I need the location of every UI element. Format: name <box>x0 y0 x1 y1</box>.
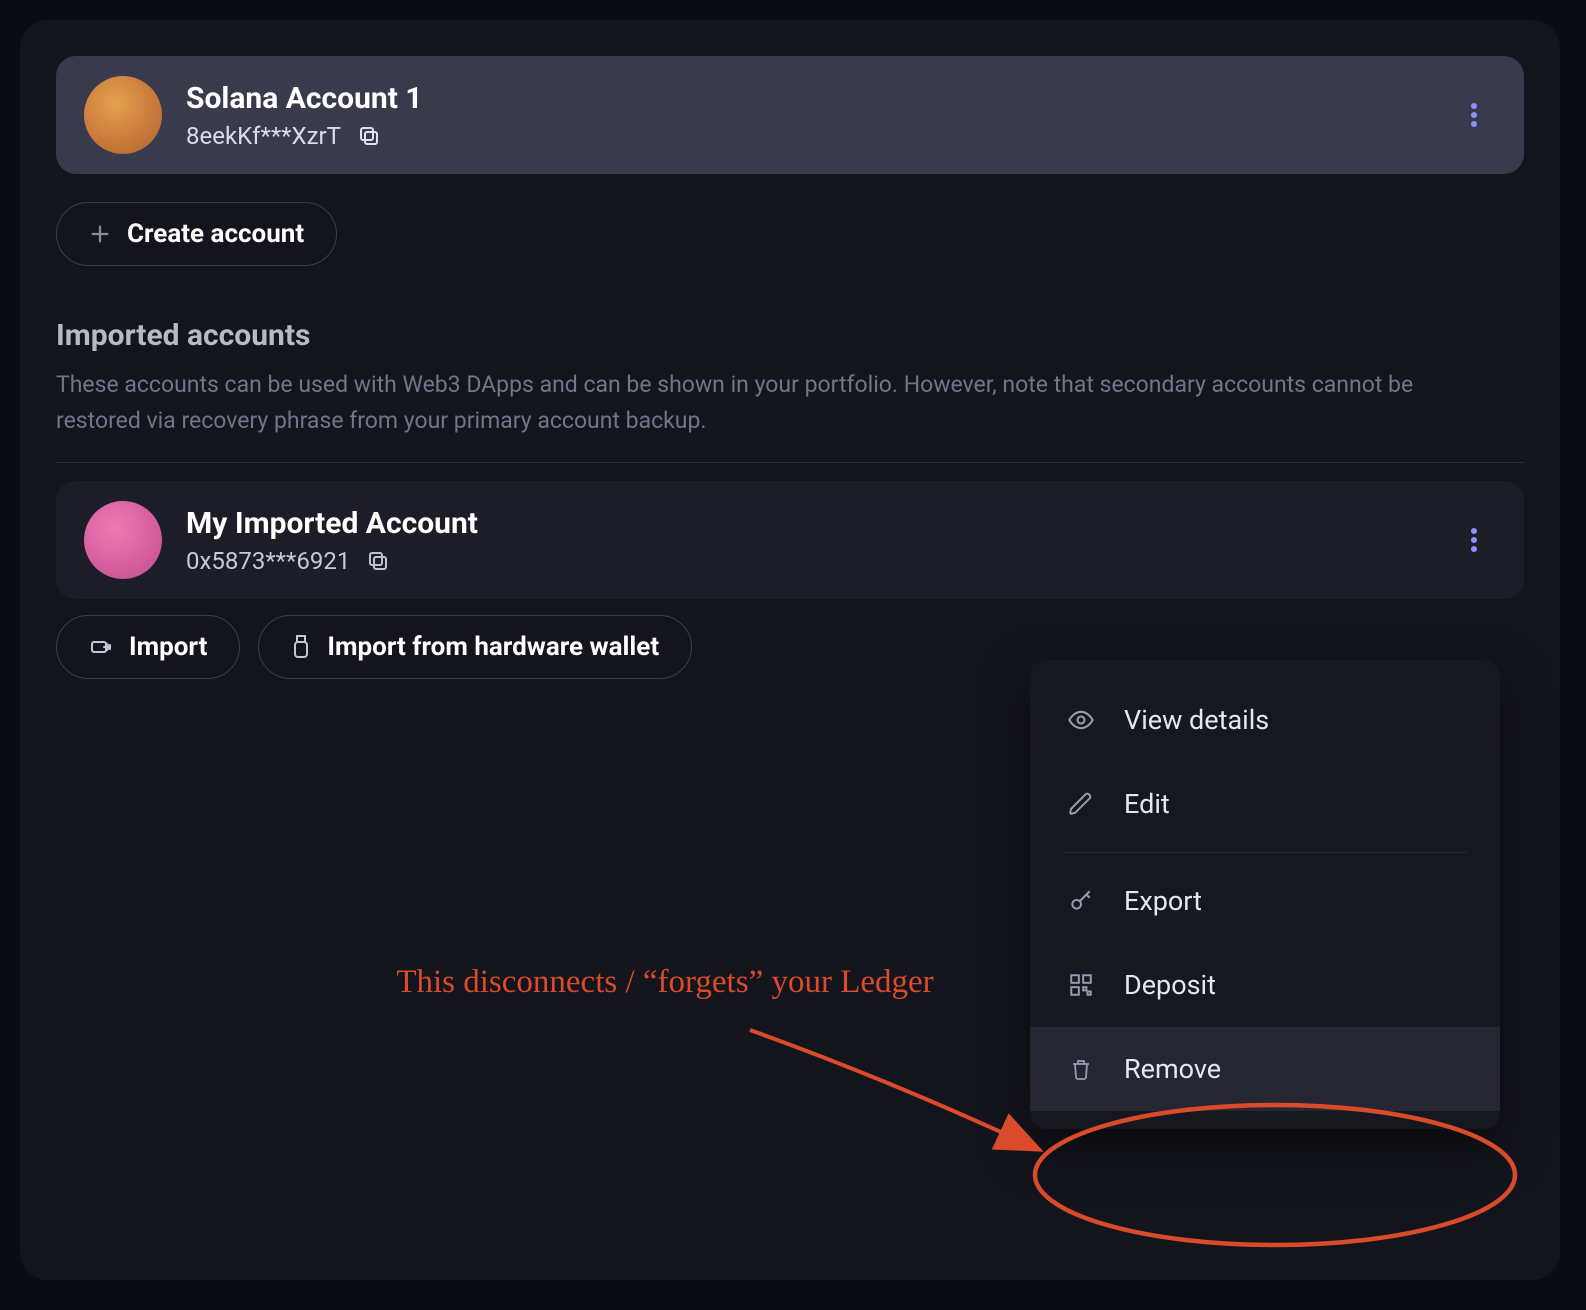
key-icon <box>1066 888 1096 914</box>
create-account-label: Create account <box>127 219 304 249</box>
usb-icon <box>291 634 311 660</box>
copy-icon[interactable] <box>366 549 390 573</box>
menu-item-label: Edit <box>1124 788 1170 820</box>
account-address: 8eekKf***XzrT <box>186 122 341 150</box>
create-account-button[interactable]: Create account <box>56 202 337 266</box>
section-description: These accounts can be used with Web3 DAp… <box>56 367 1456 438</box>
menu-item-edit[interactable]: Edit <box>1030 762 1500 846</box>
annotation-text: This disconnects / “forgets” your Ledger <box>385 960 945 1005</box>
menu-item-label: Export <box>1124 885 1202 917</box>
avatar <box>84 76 162 154</box>
divider <box>56 462 1524 463</box>
menu-item-view-details[interactable]: View details <box>1030 678 1500 762</box>
account-name: Solana Account 1 <box>186 81 423 116</box>
menu-item-remove[interactable]: Remove <box>1030 1027 1500 1111</box>
account-options-menu: View details Edit Export Deposit Remove <box>1030 660 1500 1129</box>
import-hardware-button[interactable]: Import from hardware wallet <box>258 615 692 679</box>
trash-icon <box>1066 1056 1096 1082</box>
menu-item-label: View details <box>1124 704 1269 736</box>
import-button[interactable]: Import <box>56 615 240 679</box>
menu-item-export[interactable]: Export <box>1030 859 1500 943</box>
account-card-imported[interactable]: My Imported Account 0x5873***6921 <box>56 481 1524 599</box>
copy-icon[interactable] <box>357 124 381 148</box>
menu-item-label: Deposit <box>1124 969 1216 1001</box>
eye-icon <box>1066 706 1096 734</box>
avatar <box>84 501 162 579</box>
menu-item-deposit[interactable]: Deposit <box>1030 943 1500 1027</box>
account-card-primary[interactable]: Solana Account 1 8eekKf***XzrT <box>56 56 1524 174</box>
import-icon <box>89 635 113 659</box>
plus-icon <box>89 223 111 245</box>
section-title-imported: Imported accounts <box>56 318 1524 353</box>
more-button[interactable] <box>1452 518 1496 562</box>
import-label: Import <box>129 632 207 662</box>
pencil-icon <box>1066 791 1096 817</box>
more-button[interactable] <box>1452 93 1496 137</box>
account-name: My Imported Account <box>186 506 478 541</box>
menu-item-label: Remove <box>1124 1053 1221 1085</box>
qr-icon <box>1066 972 1096 998</box>
import-hardware-label: Import from hardware wallet <box>327 632 659 662</box>
account-address: 0x5873***6921 <box>186 547 350 575</box>
menu-separator <box>1064 852 1466 853</box>
